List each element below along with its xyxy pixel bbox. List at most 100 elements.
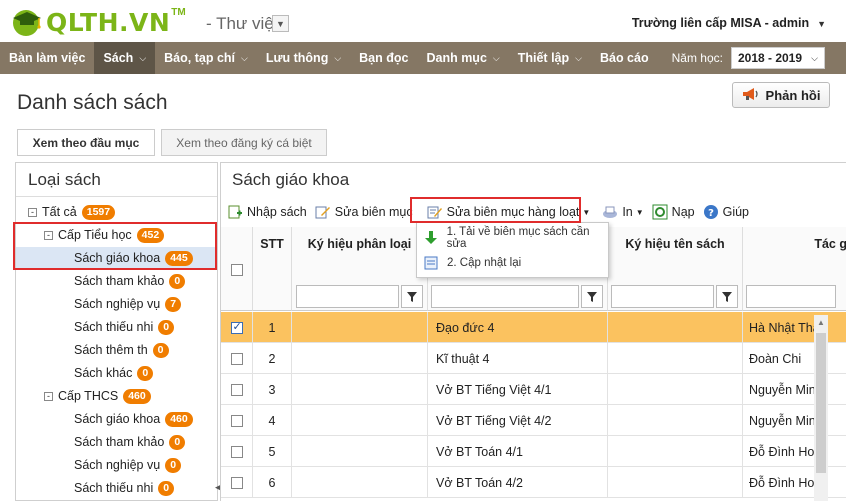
module-dropdown-button[interactable]: ▼ (272, 15, 289, 32)
school-year-select[interactable]: 2018 - 2019 ⌵ (730, 47, 825, 69)
table-row[interactable]: 2 Kĩ thuật 4 Đoàn Chi (221, 343, 846, 374)
nav-item-2[interactable]: Sách ⌵ (94, 42, 156, 74)
tree-item-label: Sách thêm th (74, 343, 148, 357)
scroll-up-arrow-icon[interactable]: ▲ (817, 318, 825, 327)
tree-item[interactable]: Sách tham khảo 0 (74, 270, 186, 292)
select-all-checkbox[interactable] (231, 264, 243, 276)
app-logo[interactable]: QLTH.VN TM (10, 6, 186, 38)
menu-download-catalog[interactable]: 1. Tải về biên mục sách cần sửa (417, 225, 608, 251)
tree-item[interactable]: Sách tham khảo 0 (74, 431, 186, 453)
cell-title: Kĩ thuật 4 (428, 343, 608, 374)
tree-item[interactable]: - Cấp Tiểu học 452 (44, 224, 165, 246)
tree-item[interactable]: - Cấp THCS 460 (44, 385, 151, 407)
tree-item-label: Sách tham khảo (74, 274, 165, 288)
trademark-mark: TM (171, 6, 186, 18)
cell-title: Vở BT Toán 4/1 (428, 436, 608, 467)
tree-item[interactable]: Sách nghiệp vụ 7 (74, 293, 182, 315)
row-checkbox[interactable] (230, 320, 243, 334)
tree-item[interactable]: Sách giáo khoa 445 (16, 247, 217, 269)
tree-item[interactable]: Sách khác 0 (74, 362, 154, 384)
edit-catalog-button[interactable]: Sửa biên mục (315, 204, 413, 220)
load-button[interactable]: Nạp (652, 204, 695, 220)
grid-vertical-scrollbar[interactable]: ▲ (814, 315, 828, 501)
print-label: In (622, 205, 633, 219)
feedback-button[interactable]: Phản hồi (732, 82, 830, 108)
menu-download-catalog-label: 1. Tải về biên mục sách cần sửa (446, 226, 590, 250)
refresh-icon (652, 204, 668, 220)
tree-item[interactable]: Sách giáo khoa 460 (74, 408, 193, 430)
logo-text: QLTH.VN (46, 7, 171, 37)
chevron-down-icon: ⌵ (139, 52, 147, 63)
collapse-toggle-icon[interactable]: - (28, 207, 37, 217)
cell-empty (292, 436, 428, 467)
count-badge: 7 (165, 296, 182, 312)
filter-author-input[interactable] (746, 285, 836, 308)
header-classification-label: Ký hiệu phân loại (307, 237, 412, 251)
bulk-edit-catalog-button[interactable]: Sửa biên mục hàng loạt ▼ (427, 204, 590, 220)
table-row[interactable]: 1 Đạo đức 4 Hà Nhật Thă (221, 312, 846, 343)
nav-item-label: Báo cáo (599, 51, 649, 65)
menu-update-catalog-label: 2. Cập nhật lại (447, 257, 522, 269)
table-row[interactable]: 3 Vở BT Tiếng Việt 4/1 Nguyễn Min (221, 374, 846, 405)
scrollbar-thumb[interactable] (816, 333, 826, 473)
update-sheet-icon (423, 255, 439, 271)
printer-icon (602, 204, 618, 220)
filter-title-input[interactable] (431, 285, 579, 308)
count-badge: 452 (136, 227, 165, 243)
table-row[interactable]: 6 Vở BT Toán 4/2 Đỗ Đình Ho (221, 467, 846, 498)
menu-update-catalog[interactable]: 2. Cập nhật lại (417, 250, 608, 276)
nav-item-7[interactable]: Thiết lập ⌵ (509, 42, 591, 74)
tab-view-by-title[interactable]: Xem theo đầu mục (17, 129, 155, 156)
row-checkbox[interactable] (230, 445, 243, 458)
tree-item[interactable]: Sách thiếu nhi 0 (74, 316, 175, 338)
row-checkbox-cell (221, 374, 253, 405)
school-account-menu[interactable]: Trường liên cấp MISA - admin ▼ (632, 16, 826, 30)
nav-item-8[interactable]: Báo cáo (591, 42, 658, 74)
collapse-toggle-icon[interactable]: - (44, 391, 53, 401)
header-stt[interactable]: STT (253, 227, 292, 311)
nav-item-1[interactable]: Bàn làm việc (0, 42, 94, 74)
chevron-down-icon: ⌵ (575, 52, 582, 63)
tree-item[interactable]: - Tất cả 1597 (28, 201, 116, 223)
nav-item-label: Danh mục (426, 51, 487, 65)
row-checkbox[interactable] (230, 352, 243, 365)
tree-item[interactable]: Sách nghiệp vụ 0 (74, 454, 182, 476)
page-title: Danh sách sách (17, 91, 168, 114)
filter-funnel-icon[interactable] (401, 285, 423, 308)
help-button[interactable]: ? Giúp (703, 204, 749, 220)
caret-down-icon: ▼ (276, 18, 285, 29)
row-checkbox[interactable] (230, 383, 243, 396)
row-checkbox-cell (221, 343, 253, 374)
tree-item-label: Sách nghiệp vụ (74, 458, 161, 472)
tree-item-label: Sách giáo khoa (74, 412, 161, 426)
table-row[interactable]: 4 Vở BT Tiếng Việt 4/2 Nguyễn Min (221, 405, 846, 436)
megaphone-icon (742, 87, 760, 104)
count-badge: 0 (152, 342, 169, 358)
caret-down-icon: ▼ (817, 19, 826, 29)
filter-classification-input[interactable] (296, 285, 399, 308)
filter-funnel-icon[interactable] (716, 285, 738, 308)
filter-funnel-icon[interactable] (581, 285, 603, 308)
nav-item-5[interactable]: Bạn đọc (350, 42, 417, 74)
nav-item-label: Bàn làm việc (9, 51, 86, 65)
cell-empty (292, 467, 428, 498)
cell-stt: 1 (253, 312, 292, 343)
nav-item-4[interactable]: Lưu thông ⌵ (257, 42, 350, 74)
main-nav: Bàn làm việc Sách ⌵ Báo, tạp chí ⌵ Lưu thông ⌵… (0, 42, 846, 74)
nav-item-3[interactable]: Báo, tạp chí ⌵ (155, 42, 257, 74)
table-row[interactable]: 5 Vở BT Toán 4/1 Đỗ Đình Ho (221, 436, 846, 467)
collapse-toggle-icon[interactable]: - (44, 230, 53, 240)
add-book-icon (227, 204, 243, 220)
book-list-title: Sách giáo khoa (232, 170, 350, 189)
import-books-button[interactable]: Nhập sách (227, 204, 307, 220)
tree-item[interactable]: Sách thiếu nhi 0 (74, 477, 175, 499)
tab-view-by-register[interactable]: Xem theo đăng ký cá biệt (161, 129, 327, 156)
tree-item[interactable]: Sách thêm th 0 (74, 339, 169, 361)
row-checkbox[interactable] (230, 476, 243, 489)
import-books-label: Nhập sách (247, 205, 307, 219)
nav-item-6[interactable]: Danh mục ⌵ (417, 42, 508, 74)
print-button[interactable]: In ▼ (602, 204, 644, 220)
row-checkbox[interactable] (230, 414, 243, 427)
filter-book-code-input[interactable] (611, 285, 714, 308)
cell-empty (292, 343, 428, 374)
